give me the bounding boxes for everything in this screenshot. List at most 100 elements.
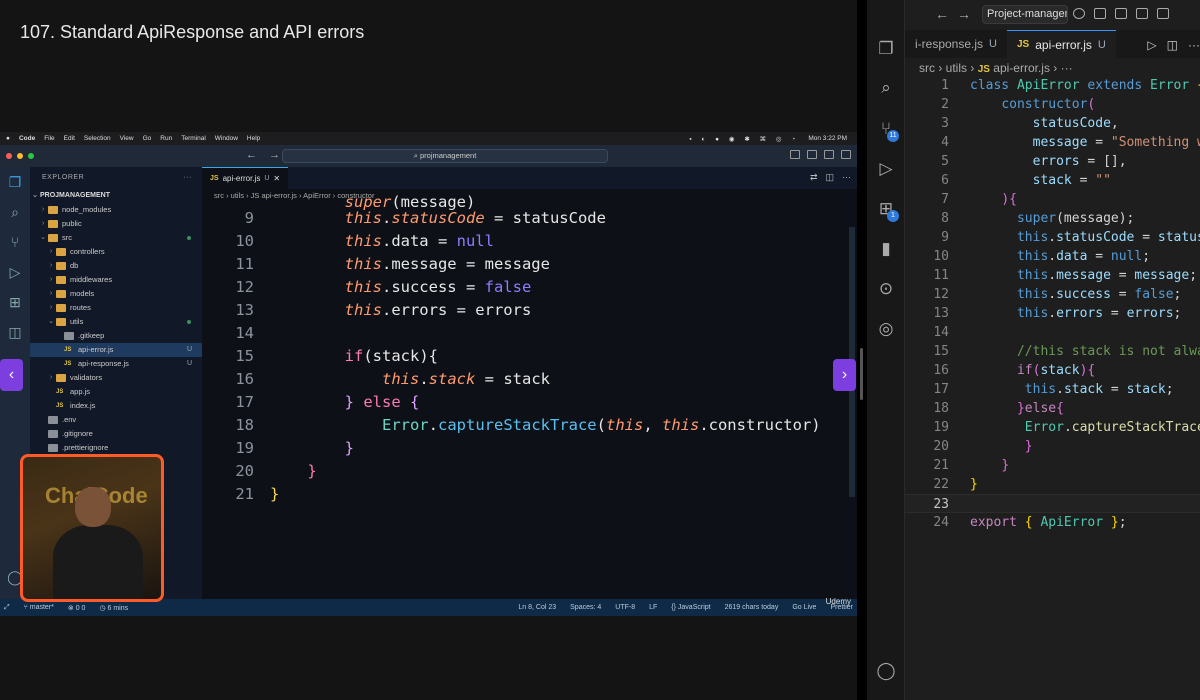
copilot-icon[interactable] bbox=[1073, 8, 1085, 19]
code-line: 14 bbox=[235, 324, 254, 342]
tab-api-error[interactable]: JS api-error.js U bbox=[1006, 30, 1116, 58]
explorer-item-label: middlewares bbox=[70, 275, 113, 284]
explorer-item[interactable]: › controllers bbox=[30, 245, 202, 259]
folder-icon bbox=[48, 220, 58, 228]
code-line: 6 stack = "" bbox=[941, 173, 1111, 188]
extensions-badge: 1 bbox=[887, 210, 899, 222]
git-graph-icon[interactable]: ⊙ bbox=[867, 274, 905, 304]
more-actions-icon[interactable]: ··· bbox=[1188, 38, 1200, 52]
back-arrow-icon[interactable]: ← bbox=[935, 6, 949, 22]
sidebar-left-icon[interactable] bbox=[1115, 8, 1127, 19]
command-center[interactable]: Project-managem bbox=[982, 5, 1068, 24]
explorer-item-label: public bbox=[62, 219, 82, 228]
explorer-item[interactable]: .gitkeep bbox=[30, 329, 202, 343]
source-control-icon: ⑂ bbox=[10, 234, 20, 250]
apple-icon: ● bbox=[6, 135, 10, 142]
explorer-item[interactable]: › db bbox=[30, 259, 202, 273]
code-editor: JS api-error.js U ✕ ⇄ ◫ ··· src › utils › … bbox=[202, 167, 857, 599]
js-file-icon: JS bbox=[977, 64, 990, 75]
sidebar-right-icon[interactable] bbox=[1157, 8, 1169, 19]
explorer-item[interactable]: › models bbox=[30, 287, 202, 301]
timer-label: 6 mins bbox=[107, 604, 129, 612]
code-line: 22} bbox=[933, 477, 978, 492]
code-line: 21} bbox=[235, 485, 280, 503]
right-titlebar: ← → Project-managem bbox=[905, 0, 1200, 30]
language-status: {} JavaScript bbox=[671, 604, 711, 611]
panel-icon[interactable] bbox=[1094, 8, 1106, 19]
run-icon[interactable]: ▷ bbox=[1147, 38, 1156, 52]
crumb-file[interactable]: api-error.js bbox=[993, 61, 1050, 75]
nav-arrows: ← → bbox=[246, 149, 280, 161]
code-line: 21 } bbox=[933, 458, 1010, 473]
folder-icon bbox=[56, 276, 66, 284]
chevron-icon: ⌄ bbox=[40, 234, 46, 241]
code-line: 11 this.message = message bbox=[235, 255, 550, 273]
video-frame[interactable]: ● Code File Edit Selection View Go Run T… bbox=[0, 132, 857, 616]
explorer-item[interactable]: ⌄ utils bbox=[30, 315, 202, 329]
crumb-utils[interactable]: utils bbox=[946, 61, 967, 75]
explorer-item[interactable]: ⌄ src bbox=[30, 231, 202, 245]
explorer-item-label: src bbox=[62, 233, 72, 242]
explorer-item-label: controllers bbox=[70, 247, 105, 256]
maximize-window-icon bbox=[28, 153, 34, 159]
explorer-item[interactable]: JS api-error.js U bbox=[30, 343, 202, 357]
chevron-icon: › bbox=[49, 304, 53, 311]
crumb-src[interactable]: src bbox=[919, 61, 935, 75]
code-line: 4 message = "Something went wrong" bbox=[941, 135, 1200, 150]
command-center: ⌕ projmanagement bbox=[282, 149, 608, 163]
menu-selection: Selection bbox=[83, 135, 111, 142]
explorer-item[interactable]: .gitignore bbox=[30, 427, 202, 441]
panel-bottom-icon[interactable] bbox=[1136, 8, 1148, 19]
extensions-icon[interactable]: ⊞ 1 bbox=[867, 194, 905, 224]
git-modified-dot bbox=[187, 236, 191, 240]
account-icon[interactable]: ◯ bbox=[867, 656, 905, 686]
explorer-item[interactable]: .env bbox=[30, 413, 202, 427]
vscode-titlebar: ← → ⌕ projmanagement bbox=[0, 145, 857, 167]
git-status-badge: U bbox=[186, 346, 192, 353]
menu-window: Window bbox=[214, 135, 238, 142]
golive-status: Go Live bbox=[792, 604, 817, 611]
forward-arrow-icon[interactable]: → bbox=[957, 6, 971, 22]
folder-icon bbox=[56, 290, 66, 298]
explorer-icon[interactable]: ❐ bbox=[867, 34, 905, 64]
tab-label: i-response.js bbox=[915, 37, 984, 51]
code-line: 1class ApiError extends Error { bbox=[941, 78, 1200, 93]
search-icon[interactable]: ⌕ bbox=[867, 73, 905, 103]
tab-label: api-error.js bbox=[1035, 37, 1092, 52]
explorer-item[interactable]: › node_modules bbox=[30, 203, 202, 217]
remote-icon: ⤢ bbox=[4, 603, 10, 611]
explorer-item[interactable]: JS index.js bbox=[30, 399, 202, 413]
folder-icon bbox=[56, 262, 66, 270]
file-icon bbox=[64, 332, 74, 340]
explorer-item[interactable]: JS api-response.js U bbox=[30, 357, 202, 371]
problems-status: ⊗ 0 0 bbox=[67, 604, 86, 612]
tab-api-response[interactable]: i-response.js U bbox=[905, 30, 1007, 58]
run-debug-icon[interactable]: ▷ bbox=[867, 154, 905, 184]
explorer-item-label: db bbox=[70, 261, 79, 270]
chart-icon[interactable]: ▮ bbox=[867, 234, 905, 264]
eol-status: LF bbox=[649, 604, 658, 611]
explorer-item[interactable]: › validators bbox=[30, 371, 202, 385]
explorer-item[interactable]: › routes bbox=[30, 301, 202, 315]
explorer-item[interactable]: › public bbox=[30, 217, 202, 231]
explorer-item[interactable]: JS app.js bbox=[30, 385, 202, 399]
menu-view: View bbox=[119, 135, 134, 142]
source-control-icon[interactable]: ⑂ 11 bbox=[867, 114, 905, 144]
back-arrow-icon: ← bbox=[246, 149, 257, 161]
remote-explorer-icon[interactable]: ◎ bbox=[867, 314, 905, 344]
right-editor-tabs: i-response.js U JS api-error.js U ▷ ◫ ··· bbox=[905, 30, 1200, 58]
explorer-item-label: index.js bbox=[70, 401, 96, 410]
tab-badge: U bbox=[264, 175, 270, 182]
next-lecture-button[interactable]: › bbox=[833, 359, 856, 391]
previous-lecture-button[interactable]: ‹ bbox=[0, 359, 23, 391]
code-line: 13 this.errors = errors; bbox=[933, 306, 1182, 321]
mac-menu-bar: ● Code File Edit Selection View Go Run T… bbox=[0, 132, 857, 145]
chevron-icon: › bbox=[49, 248, 53, 255]
close-window-icon bbox=[6, 153, 12, 159]
split-editor-icon[interactable]: ◫ bbox=[1167, 38, 1178, 52]
tab-api-error: JS api-error.js U ✕ bbox=[202, 167, 289, 189]
pane-resize-handle[interactable] bbox=[860, 348, 863, 400]
code-line: 18 }else{ bbox=[933, 401, 1064, 416]
explorer-item[interactable]: › middlewares bbox=[30, 273, 202, 287]
explorer-item[interactable]: .prettierignore bbox=[30, 441, 202, 455]
